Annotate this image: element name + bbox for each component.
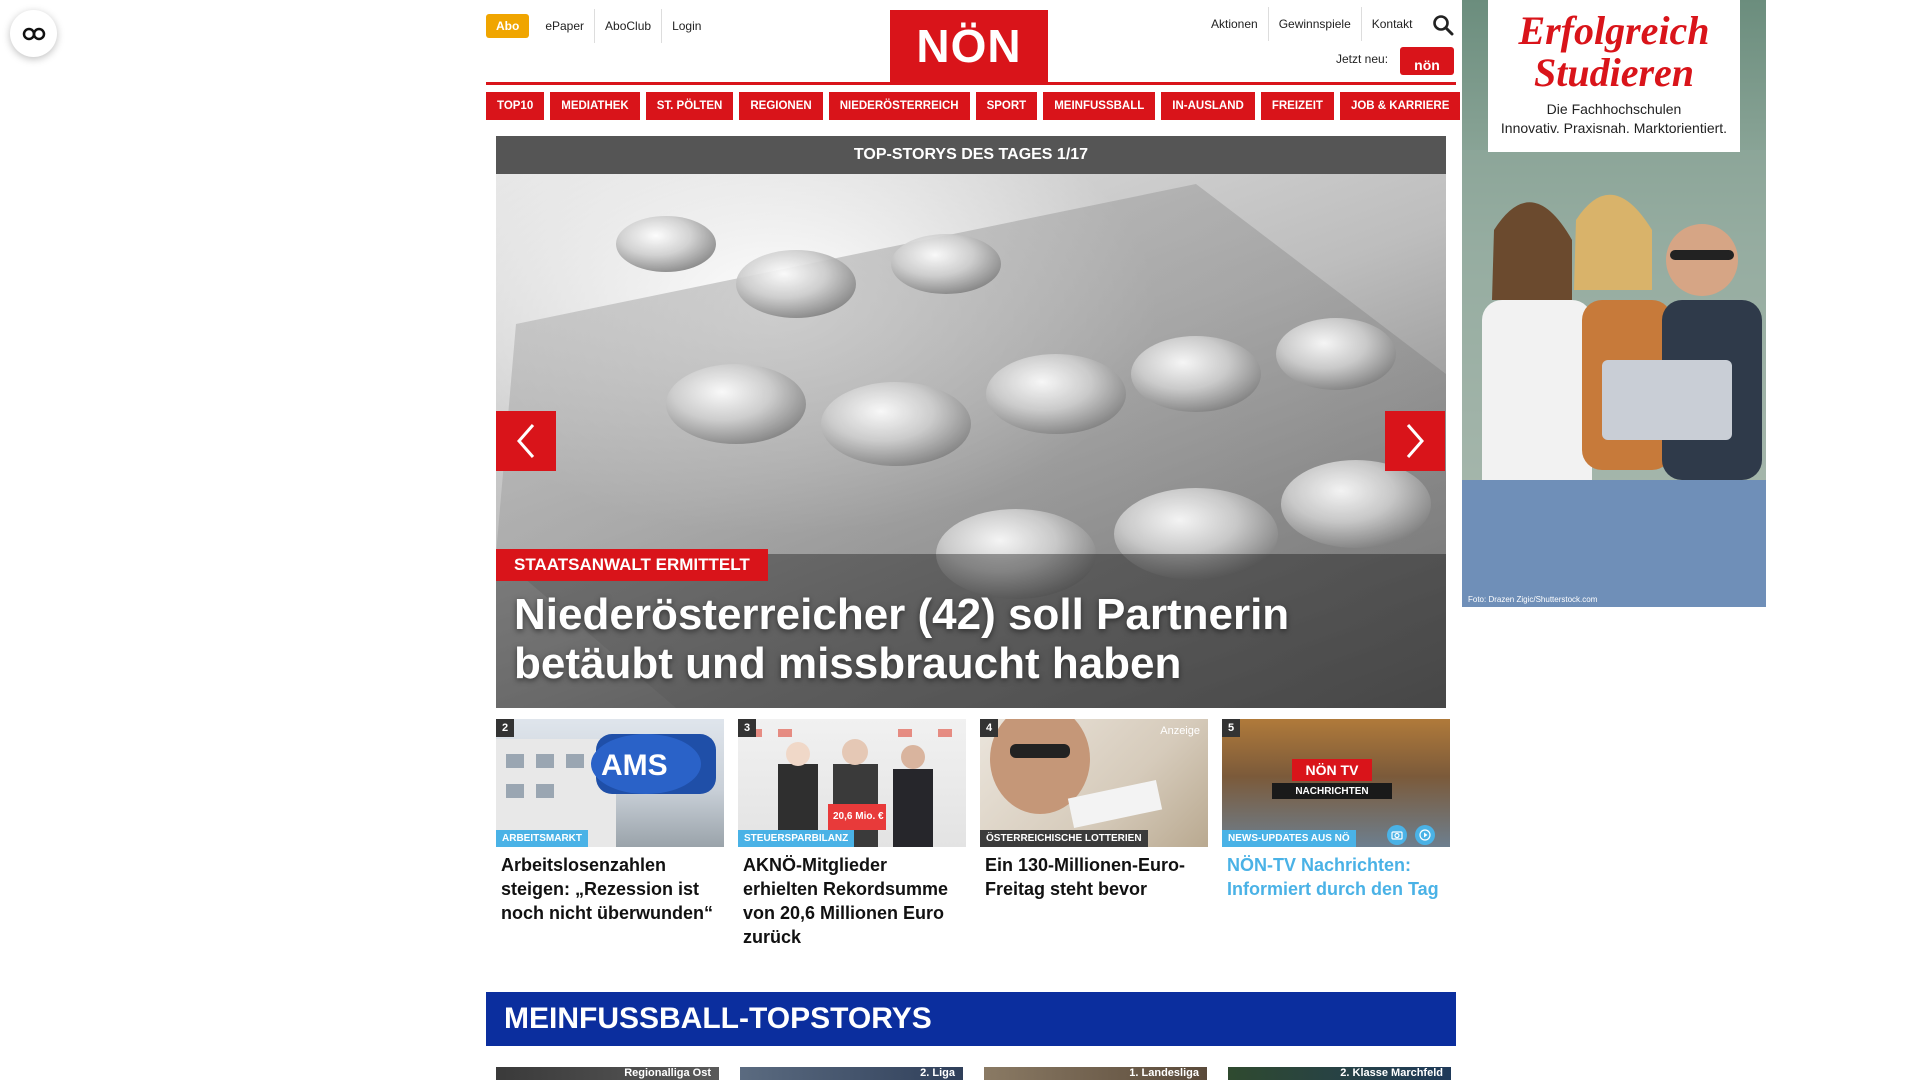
hero-headline[interactable]: Niederösterreicher (42) soll Partnerin b… [514, 590, 1414, 688]
man-ticket-illustration [990, 719, 1163, 829]
story-title[interactable]: Arbeitslosenzahlen steigen: „Rezession i… [496, 847, 724, 925]
main-navigation: TOP10 MEDIATHEK ST. PÖLTEN REGIONEN NIED… [486, 92, 1461, 120]
story-category[interactable]: ARBEITSMARKT [496, 830, 588, 847]
ams-building-illustration [496, 734, 716, 847]
promo-badge[interactable]: nön [1400, 47, 1454, 75]
epaper-link[interactable]: ePaper [535, 9, 594, 43]
story-title[interactable]: NÖN-TV Nachrichten: Informiert durch den… [1222, 847, 1450, 901]
slider-next-button[interactable] [1385, 411, 1445, 471]
story-card[interactable]: 4 Anzeige ÖSTERREICHISCHE LOTTERIEN Ein … [980, 719, 1208, 901]
story-card[interactable]: AMS 2 ARBEITSMARKT Arbeitslosenzahlen st… [496, 719, 724, 925]
nav-item-meinfussball[interactable]: MEINFUSSBALL [1043, 92, 1156, 120]
meinfussball-card[interactable]: 1. Landesliga [984, 1067, 1207, 1080]
accessibility-button[interactable] [10, 10, 57, 57]
slider-prev-button[interactable] [496, 411, 556, 471]
story-card[interactable]: 20,6 Mio. € 3 STEUERSPARBILANZ AKNÖ-Mitg… [738, 719, 966, 949]
story-number: 3 [738, 719, 756, 737]
camera-icon [1387, 825, 1407, 845]
story-number: 5 [1222, 719, 1240, 737]
meinfussball-card[interactable]: 2. Klasse Marchfeld [1228, 1067, 1451, 1080]
advertisement-banner[interactable]: Erfolgreich Studieren Die Fachhochschule… [1462, 0, 1766, 607]
glasses-icon [22, 27, 45, 40]
jetzt-neu-label: Jetzt neu: [1336, 52, 1389, 66]
meinfussball-card-label: 2. Liga [920, 1067, 955, 1079]
search-button[interactable] [1432, 14, 1454, 36]
abo-button[interactable]: Abo [486, 14, 530, 38]
story-card[interactable]: NÖN TV NACHRICHTEN 5 NEWS-UPDATES AUS NÖ… [1222, 719, 1450, 901]
nav-item-top10[interactable]: TOP10 [486, 92, 545, 120]
aktionen-link[interactable]: Aktionen [1201, 7, 1268, 41]
nav-item-st-poelten[interactable]: ST. PÖLTEN [645, 92, 734, 120]
nav-item-in-ausland[interactable]: IN-AUSLAND [1161, 92, 1255, 120]
story-category[interactable]: STEUERSPARBILANZ [738, 830, 855, 847]
ad-photo-credit: Foto: Drazen Zigic/Shutterstock.com [1468, 595, 1598, 604]
ad-title-line-2: Studieren [1533, 50, 1695, 95]
story-title[interactable]: AKNÖ-Mitglieder erhielten Rekordsumme vo… [738, 847, 966, 949]
header-left-links: Abo ePaper AboClub Login [486, 9, 711, 43]
story-number: 4 [980, 719, 998, 737]
story-image[interactable]: 4 Anzeige ÖSTERREICHISCHE LOTTERIEN [980, 719, 1208, 847]
header-divider [486, 82, 1456, 85]
meinfussball-card[interactable]: 2. Liga [740, 1067, 963, 1080]
nav-item-freizeit[interactable]: FREIZEIT [1260, 92, 1334, 120]
nav-item-regionen[interactable]: REGIONEN [739, 92, 823, 120]
meinfussball-card-label: Regionalliga Ost [624, 1067, 711, 1079]
play-icon [1415, 825, 1435, 845]
hero-category-tag[interactable]: STAATSANWALT ERMITTELT [496, 549, 768, 581]
story-image[interactable]: 20,6 Mio. € 3 STEUERSPARBILANZ [738, 719, 966, 847]
nav-item-mediathek[interactable]: MEDIATHEK [550, 92, 640, 120]
aboclub-link[interactable]: AboClub [594, 9, 661, 43]
kontakt-link[interactable]: Kontakt [1360, 7, 1423, 41]
site-logo[interactable]: NÖN [890, 10, 1048, 82]
people-photo-illustration [748, 729, 952, 847]
story-title[interactable]: Ein 130-Millionen-Euro-Freitag steht bev… [980, 847, 1208, 901]
chevron-right-icon [1406, 424, 1424, 458]
ad-subtitle-line-1: Die Fachhochschulen [1546, 101, 1682, 117]
noen-tv-logo: NÖN TV [1292, 759, 1372, 781]
meinfussball-card[interactable]: Regionalliga Ost [496, 1067, 719, 1080]
check-amount-text: 20,6 Mio. € [833, 811, 884, 822]
story-image[interactable]: AMS 2 ARBEITSMARKT [496, 719, 724, 847]
nav-item-niederoesterreich[interactable]: NIEDERÖSTERREICH [828, 92, 970, 120]
slider-heading: TOP-STORYS DES TAGES 1/17 [496, 136, 1446, 174]
ad-title-line-1: Erfolgreich [1518, 8, 1710, 53]
story-category[interactable]: NEWS-UPDATES AUS NÖ [1222, 830, 1356, 847]
header-right-links: Aktionen Gewinnspiele Kontakt [1195, 7, 1423, 41]
ad-label: Anzeige [1160, 725, 1200, 737]
story-number: 2 [496, 719, 514, 737]
nav-item-job-karriere[interactable]: JOB & KARRIERE [1339, 92, 1461, 120]
nachrichten-banner: NACHRICHTEN [1272, 783, 1392, 799]
login-link[interactable]: Login [661, 9, 711, 43]
gewinnspiele-link[interactable]: Gewinnspiele [1267, 7, 1361, 41]
ad-text-box: Erfolgreich Studieren Die Fachhochschule… [1488, 0, 1740, 152]
story-category[interactable]: ÖSTERREICHISCHE LOTTERIEN [980, 830, 1148, 847]
meinfussball-heading[interactable]: MEINFUSSBALL-TOPSTORYS [486, 992, 1456, 1046]
meinfussball-card-label: 1. Landesliga [1129, 1067, 1199, 1079]
story-image[interactable]: NÖN TV NACHRICHTEN 5 NEWS-UPDATES AUS NÖ [1222, 719, 1450, 847]
ad-subtitle-line-2: Innovativ. Praxisnah. Marktorientiert. [1500, 120, 1728, 136]
ams-logo-text: AMS [601, 749, 668, 782]
meinfussball-card-label: 2. Klasse Marchfeld [1340, 1067, 1443, 1079]
nav-item-sport[interactable]: SPORT [975, 92, 1038, 120]
search-icon [1433, 15, 1454, 36]
chevron-left-icon [517, 424, 535, 458]
